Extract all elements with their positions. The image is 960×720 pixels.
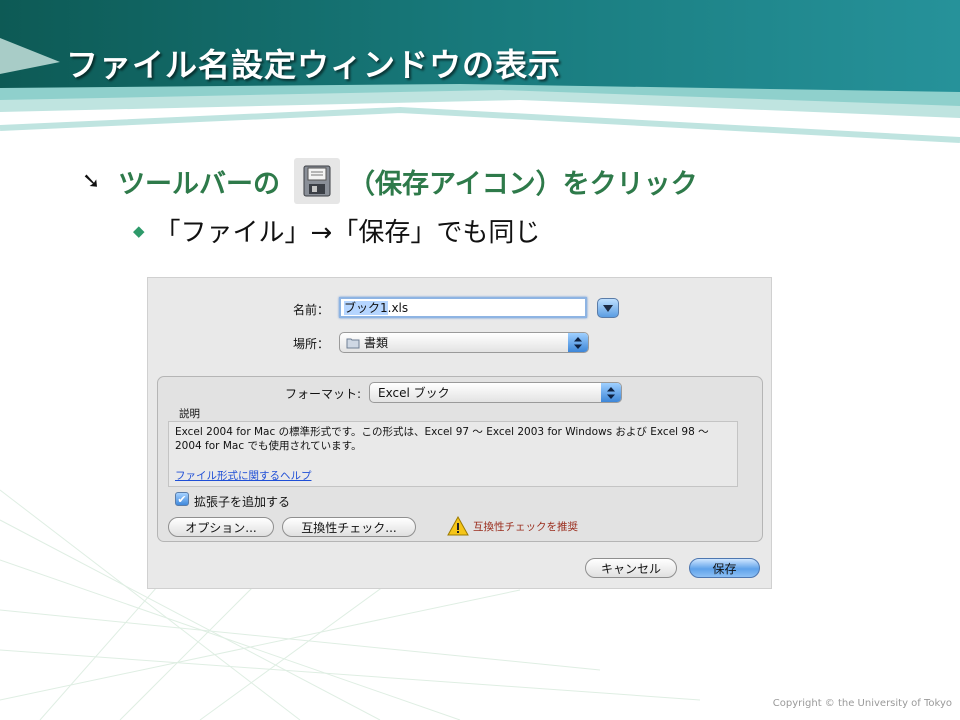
format-label: フォーマット: <box>285 387 362 401</box>
save-button[interactable]: 保存 <box>689 558 760 578</box>
add-extension-label: 拡張子を追加する <box>194 495 291 509</box>
description-box: Excel 2004 for Mac の標準形式です。この形式は、Excel 9… <box>168 421 738 487</box>
name-field[interactable]: ブック1.xls <box>339 297 587 318</box>
slide-title: ファイル名設定ウィンドウの表示 <box>66 46 562 84</box>
bullet-1-text-before: ツールバーの <box>118 168 280 200</box>
cancel-button[interactable]: キャンセル <box>585 558 677 578</box>
description-label: 説明 <box>179 408 200 420</box>
bullet-1-text-after: （保存アイコン）をクリック <box>348 168 698 200</box>
popup-arrows-icon <box>601 383 621 402</box>
format-popup[interactable]: Excel ブック <box>369 382 622 403</box>
name-label: 名前： <box>293 303 330 317</box>
location-label: 場所： <box>293 337 330 351</box>
format-value: Excel ブック <box>378 386 450 400</box>
copyright-text: Copyright © the University of Tokyo <box>772 698 952 709</box>
save-icon <box>294 158 340 204</box>
compatibility-check-button[interactable]: 互換性チェック... <box>282 517 416 537</box>
description-text: Excel 2004 for Mac の標準形式です。この形式は、Excel 9… <box>175 426 709 452</box>
file-format-help-link[interactable]: ファイル形式に関するヘルプ <box>175 469 312 483</box>
name-value-selected: ブック1 <box>344 301 388 315</box>
add-extension-checkbox[interactable]: ✔ <box>175 492 189 506</box>
folder-icon <box>346 338 360 348</box>
bullet-2: ◆ 「ファイル」→「保存」でも同じ <box>133 212 540 249</box>
save-dialog: 名前： ブック1.xls 場所： 書類 フォーマット: Excel ブック 説明… <box>147 277 772 589</box>
diamond-bullet-icon: ◆ <box>133 221 145 240</box>
bullet-2-text: 「ファイル」→「保存」でも同じ <box>154 218 541 248</box>
name-value-ext: .xls <box>387 301 409 315</box>
location-popup[interactable]: 書類 <box>339 332 589 353</box>
compatibility-warning-text: 互換性チェックを推奨 <box>473 521 578 533</box>
warning-icon <box>447 516 469 536</box>
bullet-1: ➘ ツールバーの （保存アイコン）をクリック <box>82 158 698 204</box>
popup-arrows-icon <box>568 333 588 352</box>
checkmark-icon: ✔ <box>177 492 187 506</box>
expand-dialog-button[interactable] <box>597 298 619 318</box>
options-button[interactable]: オプション... <box>168 517 274 537</box>
chevron-down-icon <box>603 304 613 312</box>
bullet-arrow-icon: ➘ <box>82 168 101 194</box>
location-value: 書類 <box>364 336 389 350</box>
